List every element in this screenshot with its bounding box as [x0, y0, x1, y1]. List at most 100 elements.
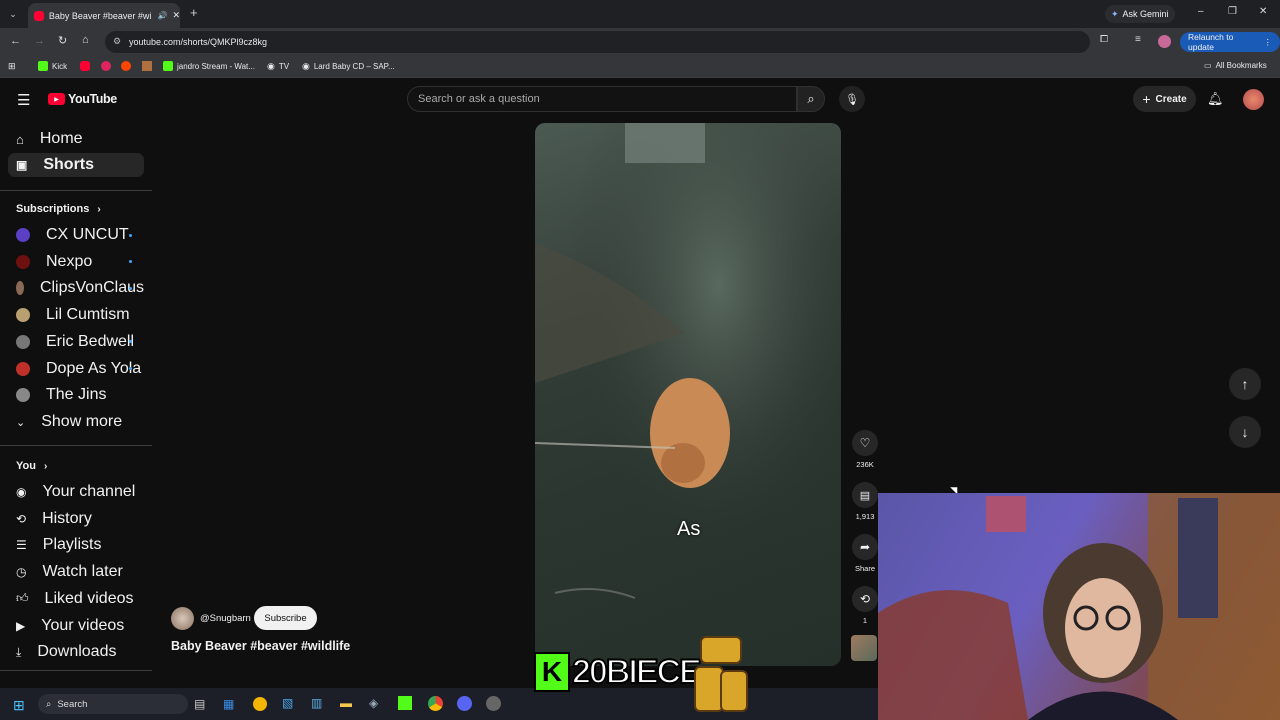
sidebar-you-item[interactable]: ◉ Your channel: [8, 480, 144, 504]
short-title: Baby Beaver #beaver #wildlife: [171, 639, 351, 653]
windows-start-icon[interactable]: ⊞: [13, 697, 25, 714]
sidebar-channel-item[interactable]: Dope As Yola: [8, 357, 144, 381]
youtube-play-logo-icon: ▶: [48, 93, 65, 105]
like-button[interactable]: ♡: [852, 430, 878, 456]
sidebar-you-item[interactable]: 👍︎ Liked videos: [8, 587, 144, 611]
bookmark-label: Lard Baby CD – SAP...: [313, 62, 395, 71]
sidebar-you-item[interactable]: ▶ Your videos: [8, 614, 144, 638]
short-video-player[interactable]: As: [535, 123, 841, 666]
bookmark-red-icon[interactable]: [101, 61, 111, 71]
sidebar-you-item[interactable]: ⤓ Downloads: [8, 640, 144, 664]
tab-search-chevron-icon[interactable]: ⌄: [6, 7, 20, 21]
taskbar-search[interactable]: ⌕ Search: [38, 694, 188, 714]
ask-gemini-button[interactable]: ✦ Ask Gemini: [1105, 5, 1175, 23]
bookmark-tv[interactable]: ◉ TV: [267, 61, 289, 72]
apps-grid-icon[interactable]: ⊞: [8, 61, 16, 72]
minecraft-app-icon[interactable]: [398, 696, 412, 710]
sidebar-you-item[interactable]: ☰ Playlists: [8, 533, 144, 557]
search-input[interactable]: Search or ask a question: [407, 86, 797, 112]
task-view-icon[interactable]: ▤: [194, 697, 205, 711]
hamburger-menu-icon[interactable]: ☰: [17, 91, 30, 109]
all-bookmarks-button[interactable]: ▭ All Bookmarks: [1204, 61, 1267, 70]
kick-favicon-icon: [163, 61, 173, 71]
media-controls-icon[interactable]: ≡: [1135, 34, 1141, 45]
channel-handle[interactable]: @Snugbarn: [200, 613, 251, 624]
forward-arrow-icon[interactable]: →: [34, 35, 45, 47]
photos-app-icon[interactable]: ▧: [282, 696, 293, 710]
search-button[interactable]: ⌕: [797, 86, 825, 112]
obs-app-icon[interactable]: [486, 696, 501, 711]
relaunch-to-update-button[interactable]: Relaunch to update ⋮: [1180, 32, 1280, 52]
bookmark-lard-baby[interactable]: ◉ Lard Baby CD – SAP...: [302, 61, 395, 72]
share-action[interactable]: ➦ Share: [850, 534, 880, 573]
steam-app-icon[interactable]: ◈: [369, 696, 378, 710]
remix-button[interactable]: ⟲: [852, 586, 878, 612]
bookmarks-bar: ⊞ Kick jandro Stream - Wat... ◉ TV ◉ Lar…: [0, 56, 1280, 78]
bookmark-image-icon[interactable]: [142, 61, 152, 71]
reload-icon[interactable]: ↻: [58, 34, 67, 47]
sidebar-channel-item[interactable]: Lil Cumtism: [8, 303, 144, 327]
previous-short-button[interactable]: ↑: [1229, 368, 1261, 400]
chevron-down-icon: ⌄: [16, 416, 26, 429]
webcam-frame: [878, 493, 1280, 720]
ask-gemini-label: Ask Gemini: [1122, 9, 1169, 19]
new-tab-button[interactable]: +: [190, 5, 198, 20]
subscriptions-label: Subscriptions: [16, 203, 90, 215]
create-button[interactable]: + Create: [1133, 86, 1196, 112]
youtube-logo[interactable]: ▶ YouTube: [48, 92, 117, 106]
sidebar-you-item[interactable]: ⟲ History: [8, 507, 144, 531]
bookmark-jandro[interactable]: jandro Stream - Wat...: [163, 61, 255, 71]
account-avatar[interactable]: [1243, 89, 1264, 110]
bookmark-youtube[interactable]: [80, 61, 90, 71]
remix-action[interactable]: ⟲ 1: [850, 586, 880, 625]
file-explorer-icon[interactable]: ▬: [340, 696, 352, 710]
share-button[interactable]: ➦: [852, 534, 878, 560]
sidebar-item-show-more[interactable]: ⌄ Show more: [8, 410, 144, 434]
sound-thumbnail[interactable]: [851, 635, 877, 661]
site-info-icon[interactable]: ⚙: [113, 36, 121, 47]
sidebar-channel-item[interactable]: The Jins: [8, 383, 144, 407]
next-short-button[interactable]: ↓: [1229, 416, 1261, 448]
share-label: Share: [854, 564, 875, 573]
notifications-bell-icon[interactable]: 🔔︎: [1207, 91, 1224, 107]
profile-avatar[interactable]: [1158, 35, 1171, 48]
bookmark-kick[interactable]: Kick: [38, 61, 67, 71]
minimize-window-icon[interactable]: –: [1198, 6, 1204, 17]
sidebar-channel-item[interactable]: Nexpo: [8, 250, 144, 274]
close-window-icon[interactable]: ✕: [1259, 6, 1267, 17]
subscriptions-heading[interactable]: Subscriptions ›: [16, 203, 101, 215]
sidebar-channel-item[interactable]: CX UNCUT: [8, 223, 144, 247]
restore-window-icon[interactable]: ❐: [1228, 6, 1237, 17]
channel-avatar: [16, 388, 30, 403]
calculator-app-icon[interactable]: ▥: [311, 696, 322, 710]
voice-search-button[interactable]: 🎙: [839, 86, 865, 112]
browser-app-icon[interactable]: [253, 697, 267, 711]
discord-app-icon[interactable]: [457, 696, 472, 711]
bookmark-reddit-icon[interactable]: [121, 61, 131, 71]
sidebar-item-home[interactable]: ⌂ Home: [8, 127, 144, 151]
address-bar[interactable]: ⚙ youtube.com/shorts/QMKPl9cz8kg: [105, 31, 1090, 53]
you-heading[interactable]: You ›: [16, 460, 47, 472]
chrome-app-icon[interactable]: [428, 696, 443, 711]
widgets-icon[interactable]: ▦: [223, 697, 234, 711]
back-arrow-icon[interactable]: ←: [10, 35, 21, 47]
subscribe-button[interactable]: Subscribe: [254, 606, 317, 630]
youtube-favicon-icon: [34, 10, 44, 21]
plus-icon: +: [1142, 91, 1151, 107]
tab-close-icon[interactable]: ✕: [172, 10, 180, 21]
browser-tab-active[interactable]: Baby Beaver #beaver #wildl 🔊 ✕: [28, 3, 180, 28]
comments-button[interactable]: ▤: [852, 482, 878, 508]
chevron-right-icon: ›: [97, 203, 101, 215]
sidebar-item-shorts[interactable]: ▣ Shorts: [8, 153, 144, 177]
home-icon[interactable]: ⌂: [82, 34, 89, 46]
comments-action[interactable]: ▤ 1,913: [850, 482, 880, 521]
like-action[interactable]: ♡ 236K: [850, 430, 880, 469]
tab-audio-icon[interactable]: 🔊: [157, 11, 167, 20]
extensions-icon[interactable]: ⧠: [1100, 34, 1108, 45]
sidebar-channel-item[interactable]: Eric Bedwell: [8, 330, 144, 354]
sidebar-channel-item[interactable]: ClipsVonClaus: [8, 276, 144, 300]
channel-avatar[interactable]: [171, 607, 194, 630]
sidebar-you-item[interactable]: ◷ Watch later: [8, 560, 144, 584]
sidebar-item-label: Playlists: [42, 536, 102, 554]
globe-favicon-icon: ◉: [267, 61, 275, 71]
